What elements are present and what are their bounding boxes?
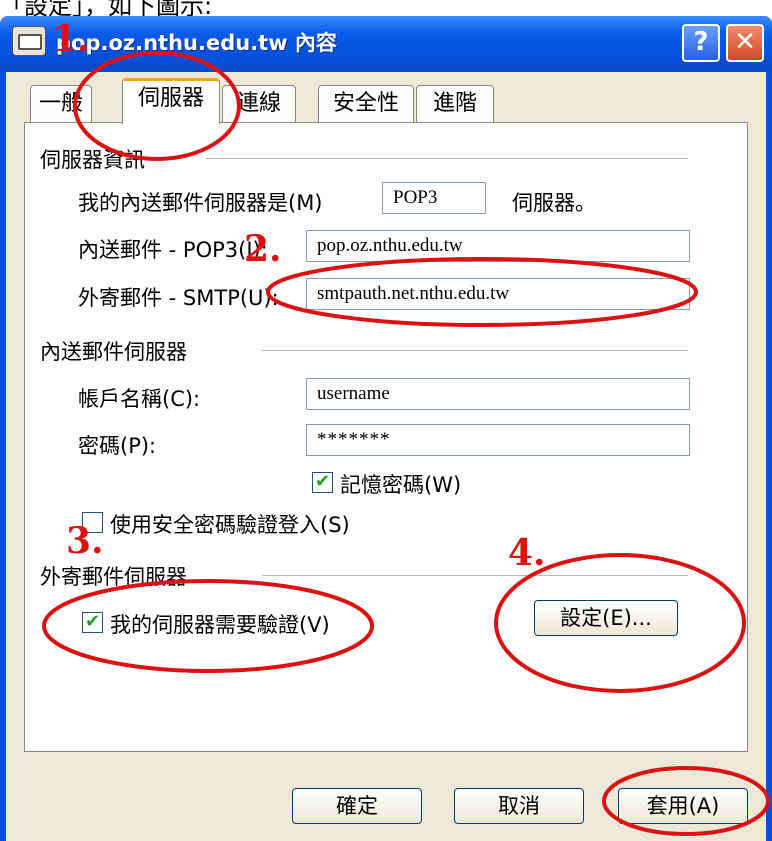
annotation-circle-5 bbox=[602, 766, 770, 836]
tab-servers[interactable]: 伺服器 bbox=[122, 78, 220, 124]
annotation-circle-3 bbox=[42, 579, 374, 673]
annotation-circle-4 bbox=[494, 553, 746, 693]
annotation-step-1: 1. bbox=[52, 18, 90, 60]
annotation-circle-2 bbox=[266, 257, 698, 327]
annotation-step-3: 3. bbox=[66, 520, 104, 562]
annotation-overlay bbox=[42, 51, 770, 836]
annotation-step-2: 2. bbox=[244, 228, 282, 270]
annotation-step-4: 4. bbox=[508, 532, 546, 574]
